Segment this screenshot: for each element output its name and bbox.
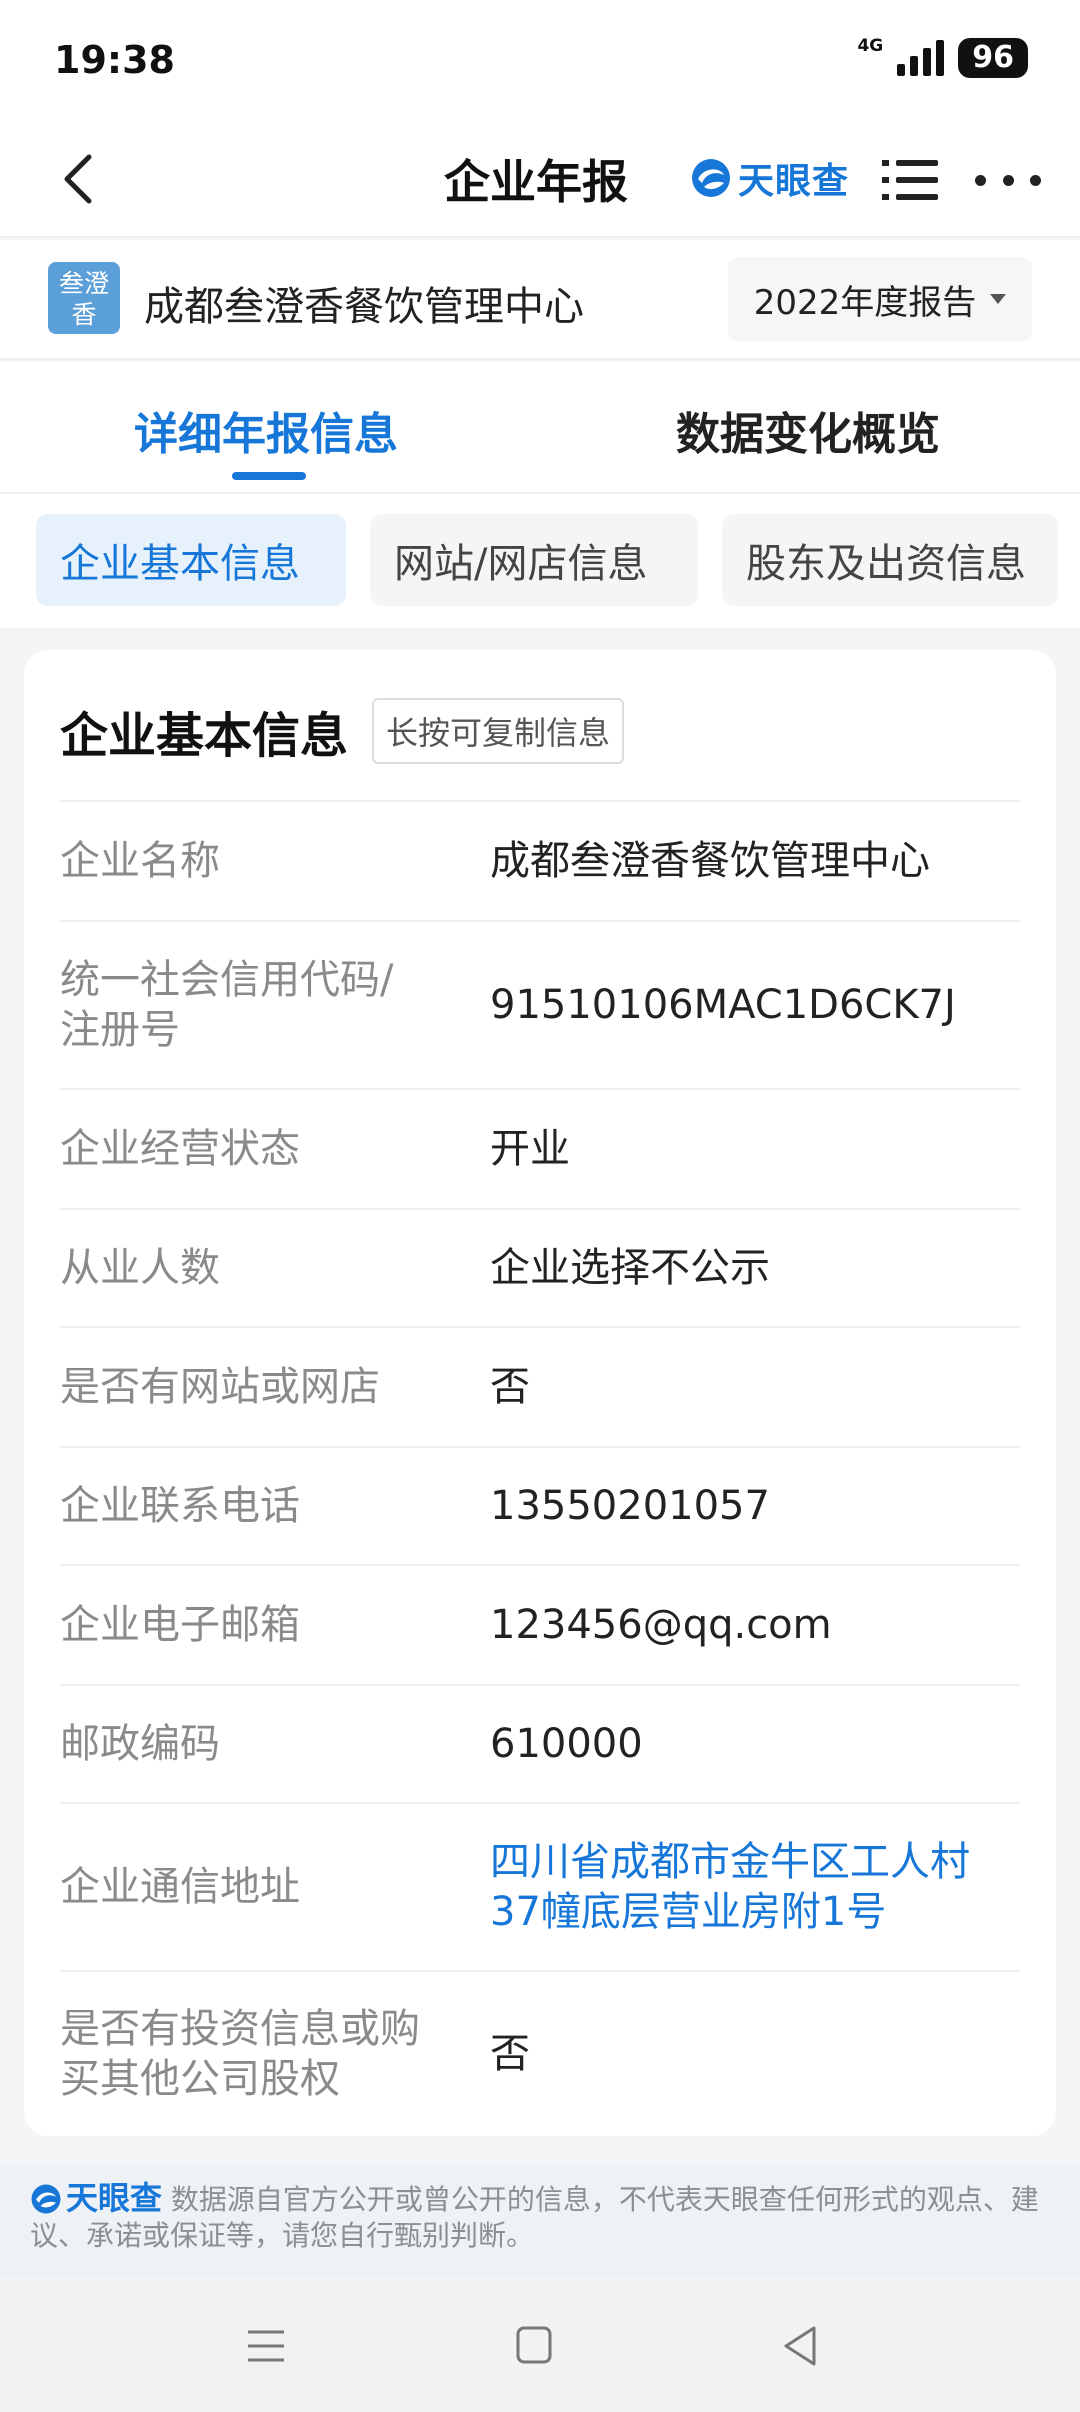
tianyancha-logo-icon	[31, 2184, 61, 2214]
company-name: 成都叁澄香餐饮管理中心	[144, 284, 584, 330]
menu-lines-icon	[248, 2330, 284, 2362]
info-row-phone: 企业联系电话 13550201057	[60, 1446, 1020, 1564]
row-label: 统一社会信用代码/注册号	[60, 957, 394, 1053]
menu-list-button[interactable]	[880, 150, 942, 210]
info-row-email: 企业电子邮箱 123456@qq.com	[60, 1564, 1020, 1684]
network-type: 4G	[857, 36, 884, 56]
row-value: 610000	[490, 1721, 643, 1767]
status-time: 19:38	[54, 38, 175, 82]
row-value: 企业选择不公示	[490, 1245, 770, 1291]
back-button[interactable]	[48, 144, 108, 214]
company-header: 叁澄香 成都叁澄香餐饮管理中心 2022年度报告	[0, 240, 1080, 360]
info-row-address: 企业通信地址 四川省成都市金牛区工人村37幢底层营业房附1号	[60, 1802, 1020, 1970]
card-header: 企业基本信息 长按可复制信息	[60, 696, 625, 766]
info-row-employees: 从业人数 企业选择不公示	[60, 1208, 1020, 1326]
tab-data-changes[interactable]: 数据变化概览	[676, 398, 940, 462]
sub-tabs: 企业基本信息 网站/网店信息 股东及出资信息	[0, 494, 1080, 628]
row-label: 企业名称	[60, 838, 220, 884]
back-arrow-icon	[64, 154, 92, 204]
info-rows: 企业名称 成都叁澄香餐饮管理中心 统一社会信用代码/注册号 91510106MA…	[60, 800, 1020, 2136]
brand-logo: 天眼查	[690, 152, 849, 204]
tianyancha-logo-icon	[692, 159, 730, 197]
dropdown-caret-icon	[990, 294, 1007, 304]
disclaimer-text-block: 天眼查 数据源自官方公开或曾公开的信息，不代表天眼查任何形式的观点、建议、承诺或…	[30, 2180, 1050, 2254]
row-value: 13550201057	[490, 1483, 770, 1529]
info-row-investment: 是否有投资信息或购买其他公司股权 否	[60, 1970, 1020, 2136]
chip-basic-info[interactable]: 企业基本信息	[36, 514, 346, 606]
battery-indicator: 96	[958, 38, 1028, 78]
company-logo: 叁澄香	[48, 262, 120, 334]
active-tab-indicator	[232, 472, 306, 480]
disclaimer-text: 数据源自官方公开或曾公开的信息，不代表天眼查任何形式的观点、建议、承诺或保证等，…	[30, 2183, 1039, 2252]
info-row-has-website: 是否有网站或网店 否	[60, 1326, 1020, 1446]
basic-info-card: 企业基本信息 长按可复制信息 企业名称 成都叁澄香餐饮管理中心 统一社会信用代码…	[24, 650, 1056, 2136]
row-value: 否	[490, 1364, 530, 1410]
triangle-back-icon	[784, 2326, 816, 2366]
row-value: 否	[490, 2031, 530, 2077]
system-back-button[interactable]	[770, 2316, 830, 2376]
row-label: 企业联系电话	[60, 1483, 300, 1529]
info-row-credit-code: 统一社会信用代码/注册号 91510106MAC1D6CK7J	[60, 920, 1020, 1088]
row-label: 是否有网站或网店	[60, 1364, 380, 1410]
disclaimer: 天眼查 数据源自官方公开或曾公开的信息，不代表天眼查任何形式的观点、建议、承诺或…	[0, 2164, 1080, 2278]
info-row-status: 企业经营状态 开业	[60, 1088, 1020, 1208]
home-button[interactable]	[504, 2316, 564, 2376]
status-indicators: 4G 96	[857, 36, 1028, 78]
row-label: 企业电子邮箱	[60, 1602, 300, 1648]
signal-icon	[897, 40, 945, 76]
row-value: 成都叁澄香餐饮管理中心	[490, 838, 930, 884]
row-value: 123456@qq.com	[490, 1602, 832, 1648]
main-tabs: 详细年报信息 数据变化概览	[0, 362, 1080, 494]
nav-bar: 企业年报 天眼查	[0, 120, 1080, 238]
address-link[interactable]: 四川省成都市金牛区工人村37幢底层营业房附1号	[490, 1837, 1020, 1937]
row-label: 从业人数	[60, 1245, 220, 1291]
row-label: 邮政编码	[60, 1721, 220, 1767]
row-label: 企业经营状态	[60, 1126, 300, 1172]
list-icon	[882, 160, 938, 200]
row-label: 是否有投资信息或购买其他公司股权	[60, 2006, 420, 2102]
row-value: 91510106MAC1D6CK7J	[490, 982, 956, 1028]
square-home-icon	[516, 2326, 552, 2364]
chip-shareholder-info[interactable]: 股东及出资信息	[722, 514, 1058, 606]
system-nav-bar	[0, 2280, 1080, 2412]
card-title: 企业基本信息	[60, 708, 349, 764]
more-options-icon[interactable]	[975, 150, 1041, 210]
brand-name: 天眼查	[738, 161, 850, 202]
chip-website-info[interactable]: 网站/网店信息	[370, 514, 698, 606]
page-title: 企业年报	[444, 155, 628, 209]
disclaimer-brand: 天眼查	[66, 2179, 163, 2217]
tab-detailed-report[interactable]: 详细年报信息	[134, 398, 398, 462]
row-label: 企业通信地址	[60, 1864, 300, 1910]
info-row-company-name: 企业名称 成都叁澄香餐饮管理中心	[60, 800, 1020, 920]
status-bar: 19:38 4G 96	[0, 0, 1080, 120]
recent-apps-button[interactable]	[236, 2316, 296, 2376]
year-report-label: 2022年度报告	[753, 282, 977, 323]
company-logo-text: 叁澄香	[59, 269, 110, 329]
year-report-select[interactable]: 2022年度报告	[728, 257, 1032, 341]
copy-hint-tag: 长按可复制信息	[372, 698, 625, 764]
row-value: 开业	[490, 1126, 570, 1172]
info-row-postal-code: 邮政编码 610000	[60, 1684, 1020, 1802]
